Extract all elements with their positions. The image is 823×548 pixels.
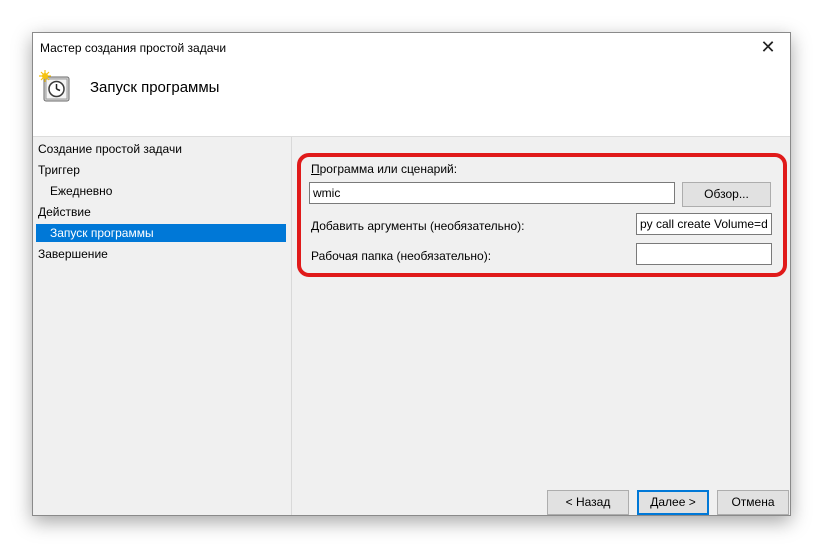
title-bar[interactable]: Мастер создания простой задачи ✕ [33,33,790,62]
wizard-steps-sidebar: Создание простой задачи Триггер Ежедневн… [33,137,292,515]
task-scheduler-clock-icon [39,70,70,102]
step-daily[interactable]: Ежедневно [50,182,112,200]
workdir-label: Рабочая папка (необязательно): [311,249,492,263]
cancel-button[interactable]: Отмена [717,490,789,515]
close-button[interactable]: ✕ [746,33,790,62]
window-title: Мастер создания простой задачи [40,40,227,55]
page-title: Запуск программы [90,79,220,96]
program-label-text: рограмма или сценарий: [319,162,458,176]
next-button[interactable]: Далее > [637,490,709,515]
step-action[interactable]: Действие [38,203,91,221]
close-icon: ✕ [760,37,776,57]
workdir-input[interactable] [636,243,772,265]
arguments-label: Добавить аргументы (необязательно): [311,219,525,233]
step-trigger[interactable]: Триггер [38,161,80,179]
task-wizard-window: Мастер создания простой задачи ✕ Запуск … [32,32,791,516]
step-start-program[interactable]: Запуск программы [36,224,286,242]
step-finish[interactable]: Завершение [38,245,108,263]
program-input[interactable]: wmic [309,182,675,204]
browse-button[interactable]: Обзор... [682,182,771,207]
wizard-header: Запуск программы [33,62,790,137]
step-create-task[interactable]: Создание простой задачи [38,140,182,158]
program-label: Программа или сценарий: [311,162,458,176]
arguments-input[interactable]: py call create Volume=d [636,213,772,235]
back-button[interactable]: < Назад [547,490,629,515]
